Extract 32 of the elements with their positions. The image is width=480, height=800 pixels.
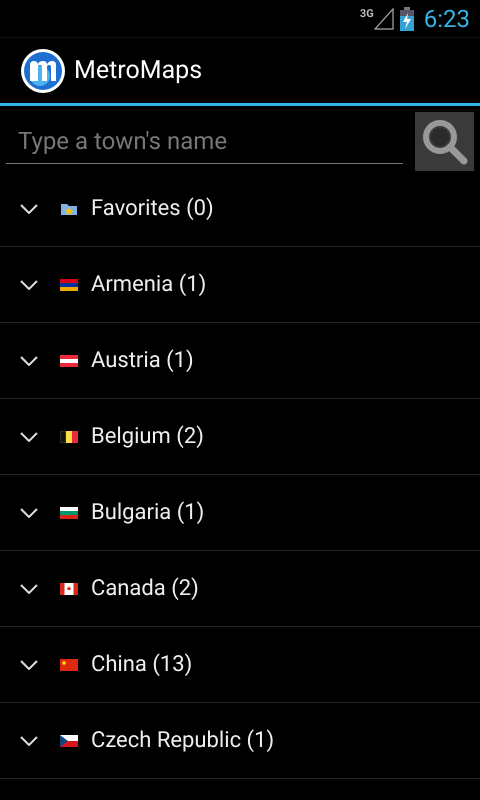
group-row[interactable]: Bulgaria (1) [0, 475, 480, 551]
flag-icon [60, 278, 78, 290]
group-label: Canada (2) [91, 575, 199, 603]
flag-icon [60, 506, 78, 518]
app-title: MetroMaps [74, 54, 202, 87]
group-row[interactable]: Favorites (0) [0, 171, 480, 247]
group-label: Czech Republic (1) [91, 727, 274, 755]
group-label: Armenia (1) [91, 271, 206, 299]
group-row[interactable]: China (13) [0, 627, 480, 703]
group-label: China (13) [91, 651, 192, 679]
search-button[interactable] [415, 112, 474, 171]
flag-icon [60, 734, 78, 746]
folder-star-icon [60, 202, 78, 216]
group-row[interactable]: Armenia (1) [0, 247, 480, 323]
group-row[interactable]: Belgium (2) [0, 399, 480, 475]
group-row[interactable]: Canada (2) [0, 551, 480, 627]
flag-icon [60, 658, 78, 670]
clock: 6:23 [424, 4, 470, 34]
battery-icon [400, 6, 414, 30]
group-label: Austria (1) [91, 347, 194, 375]
group-row[interactable]: Austria (1) [0, 323, 480, 399]
app-logo-icon[interactable] [20, 48, 66, 94]
group-row[interactable]: Czech Republic (1) [0, 703, 480, 779]
search-field[interactable]: Type a town's name [6, 120, 403, 164]
signal-icon [374, 8, 394, 30]
flag-icon [60, 430, 78, 442]
network-label: 3G [360, 6, 374, 22]
group-label: Favorites (0) [91, 195, 214, 223]
flag-icon [60, 582, 78, 594]
group-label: Bulgaria (1) [91, 499, 204, 527]
group-label: Belgium (2) [91, 423, 204, 451]
flag-icon [60, 354, 78, 366]
